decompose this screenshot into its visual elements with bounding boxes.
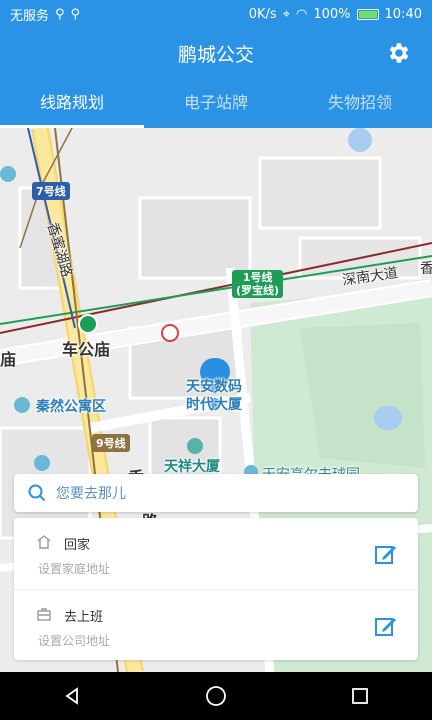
search-icon	[28, 484, 46, 502]
edit-work-icon[interactable]	[374, 614, 398, 638]
map-label-miao: 庙	[0, 350, 17, 369]
map-label-che-gong-miao: 车公庙	[62, 340, 111, 359]
map-label-tianxiang: 天祥大厦	[164, 459, 220, 475]
battery-percent: 100%	[313, 6, 351, 22]
home-button[interactable]	[196, 676, 236, 716]
tab-route-planning[interactable]: 线路规划	[0, 80, 144, 128]
back-icon	[65, 687, 78, 705]
work-address-row[interactable]: 去上班 设置公司地址	[14, 589, 418, 660]
gear-icon[interactable]	[386, 40, 412, 66]
wifi-icon: ◠	[296, 6, 308, 22]
briefcase-icon	[37, 608, 51, 621]
edit-home-icon[interactable]	[374, 542, 398, 566]
map-label-xiang-partial: 香	[420, 261, 432, 277]
work-subtitle: 设置公司地址	[38, 634, 111, 648]
home-address-row[interactable]: 回家 设置家庭地址	[14, 518, 418, 589]
battery-icon	[356, 8, 379, 20]
clock: 10:40	[384, 6, 422, 22]
search-input[interactable]: 您要去那儿	[14, 474, 418, 512]
home-subtitle: 设置家庭地址	[38, 562, 111, 576]
address-shortcuts: 回家 设置家庭地址 去上班 设置公司地址	[14, 518, 418, 660]
recents-icon	[352, 688, 368, 704]
location-icon: ⌖	[282, 6, 291, 22]
back-button[interactable]	[52, 676, 92, 716]
app-header: 鹏城公交	[0, 28, 432, 80]
map-label-qinran: 秦然公寓区	[36, 399, 106, 415]
metro-line-7-badge: 7号线	[32, 182, 70, 200]
home-icon	[37, 535, 51, 549]
usb-debug-icon: ⚲	[70, 6, 81, 22]
recents-button[interactable]	[340, 676, 380, 716]
metro-line-9-badge: 9号线	[92, 434, 130, 452]
carrier-text: 无服务	[10, 8, 50, 24]
usb-icon: ⚲	[55, 6, 65, 22]
tab-lost-and-found[interactable]: 失物招领	[288, 80, 432, 128]
metro-line-1-badge: 1号线 (罗宝线)	[232, 270, 284, 298]
tab-electronic-stop[interactable]: 电子站牌	[144, 80, 288, 128]
network-speed: 0K/s	[248, 6, 277, 22]
status-bar: 无服务 ⚲ ⚲ 0K/s ⌖ ◠ 100% 10:40	[0, 0, 432, 28]
tab-bar: 线路规划 电子站牌 失物招领	[0, 80, 432, 128]
system-nav-bar	[0, 672, 432, 720]
search-placeholder: 您要去那儿	[56, 486, 126, 502]
home-title: 回家	[64, 538, 91, 553]
page-title: 鹏城公交	[177, 44, 254, 66]
map-label-tianan: 天安数码 时代大厦	[186, 379, 242, 413]
work-title: 去上班	[64, 610, 104, 625]
home-circle-icon	[206, 686, 226, 706]
